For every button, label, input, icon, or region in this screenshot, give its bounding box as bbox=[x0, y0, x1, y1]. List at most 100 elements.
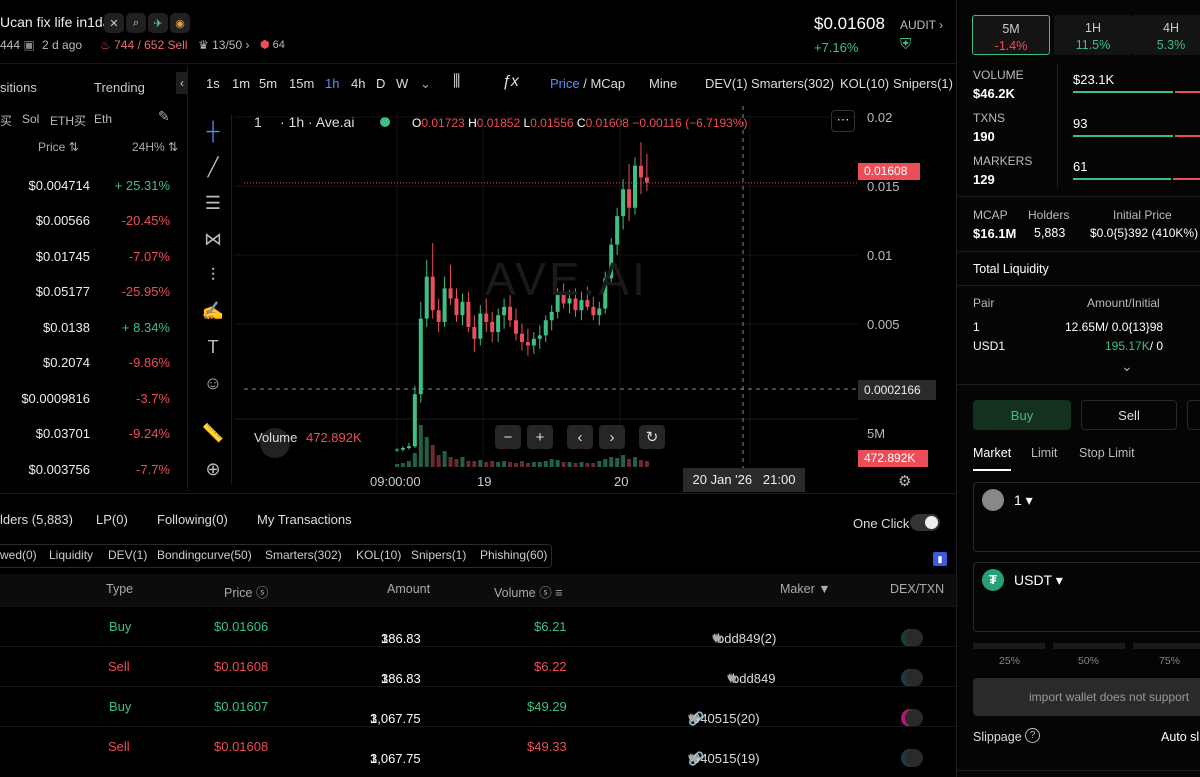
pct-bar-75[interactable] bbox=[1133, 643, 1200, 649]
token-list-row[interactable]: $0.004714 + 25.31% bbox=[0, 167, 188, 203]
y-tick: 0.005 bbox=[867, 317, 900, 332]
token-price: $0.0009816 bbox=[21, 390, 90, 406]
token-in-select[interactable]: 1 ▾ bbox=[1014, 492, 1033, 509]
usdt-icon: ₮ bbox=[982, 569, 1004, 591]
order-tab-market[interactable]: Market bbox=[973, 446, 1011, 460]
volume-bar bbox=[644, 461, 649, 467]
search-icon[interactable]: ⌕ bbox=[126, 13, 146, 33]
tx-price: $0.01606 bbox=[214, 619, 269, 634]
tab-trending[interactable]: Trending bbox=[94, 80, 145, 95]
slippage-auto[interactable]: Auto sli bbox=[1161, 730, 1200, 744]
pump-icon[interactable]: ◉ bbox=[170, 13, 190, 33]
subtab-1[interactable]: 买 bbox=[0, 112, 12, 129]
candle-body bbox=[508, 306, 513, 321]
help-icon[interactable]: ? bbox=[1025, 728, 1040, 743]
filter-reviewed[interactable]: wed(0) bbox=[0, 548, 37, 562]
candle-body bbox=[448, 288, 453, 299]
volume-bar bbox=[537, 462, 542, 467]
edit-icon[interactable]: ✎ bbox=[158, 108, 170, 125]
table-row[interactable]: Sell $0.01608 386.83 1 $6.22 *bdd849 ✎ ♥ ▼ bbox=[0, 646, 956, 687]
volume-bar bbox=[585, 463, 590, 467]
holders-value: 5,883 bbox=[1034, 226, 1066, 240]
import-wallet-button[interactable]: import wallet does not support bbox=[973, 678, 1200, 716]
candle-body bbox=[519, 333, 524, 343]
reset-button[interactable]: ↻ bbox=[639, 425, 665, 449]
volume-bar bbox=[514, 463, 518, 467]
volume-bar bbox=[478, 460, 483, 467]
sell-tab-button[interactable]: Sell bbox=[1081, 400, 1177, 430]
table-row[interactable]: Buy $0.01606 386.83 1 $6.21 *bdd849(2) ✎ ♥ ▼ bbox=[0, 606, 956, 647]
token-list-row[interactable]: $0.2074 -9.86% bbox=[0, 345, 188, 381]
volume-bar bbox=[406, 461, 411, 467]
pct-50[interactable]: 50% bbox=[1078, 655, 1099, 667]
token-list-row[interactable]: $0.05177 -25.95% bbox=[0, 274, 188, 310]
token-list-row[interactable]: $0.00566 -20.45% bbox=[0, 203, 188, 239]
settings-icon[interactable]: ⚙ bbox=[898, 472, 911, 490]
pct-25[interactable]: 25% bbox=[999, 655, 1020, 667]
pct-bar-25[interactable] bbox=[973, 643, 1045, 649]
sort-icon: ⇅ bbox=[68, 140, 79, 154]
col-price[interactable]: Price ⓢ bbox=[224, 582, 268, 601]
pct-75[interactable]: 75% bbox=[1159, 655, 1180, 667]
zoom-in-button[interactable]: + bbox=[527, 425, 553, 449]
token-list-row[interactable]: $0.0138 + 8.34% bbox=[0, 309, 188, 345]
order-tab-limit[interactable]: Limit bbox=[1031, 446, 1057, 460]
token-list-row[interactable]: $0.003756 -7.7% bbox=[0, 451, 188, 487]
subtab-eth[interactable]: Eth bbox=[94, 112, 112, 126]
receive-input-box[interactable] bbox=[973, 562, 1200, 632]
tx-volume: $49.29 bbox=[527, 699, 567, 714]
collapse-left-icon[interactable]: ‹ bbox=[176, 72, 188, 94]
tab-following[interactable]: Following(0) bbox=[157, 512, 228, 527]
table-row[interactable]: Sell $0.01608 3,067.75 1 $49.33 🔗 *940515(19… bbox=[0, 726, 956, 767]
timeframe-5m[interactable]: 5M -1.4% bbox=[972, 15, 1050, 55]
x-icon[interactable]: ✕ bbox=[104, 13, 124, 33]
token-list-row[interactable]: $0.0009816 -3.7% bbox=[0, 380, 188, 416]
scroll-left-button[interactable]: ‹ bbox=[567, 425, 593, 449]
token-out-select[interactable]: USDT ▾ bbox=[1014, 572, 1063, 589]
subtab-sol[interactable]: Sol bbox=[22, 112, 39, 126]
col-maker[interactable]: Maker ▼ bbox=[780, 582, 831, 596]
chart-stats-icon[interactable]: ▮ bbox=[933, 552, 947, 566]
volume-bar bbox=[627, 459, 632, 467]
timeframe-1h[interactable]: 1H 11.5% bbox=[1054, 15, 1132, 55]
filter-kol[interactable]: KOL(10) bbox=[356, 548, 401, 562]
tab-positions[interactable]: sitions bbox=[0, 80, 37, 95]
tab-my-transactions[interactable]: My Transactions bbox=[257, 512, 352, 527]
filter-liquidity[interactable]: Liquidity bbox=[49, 548, 93, 562]
extra-tab-button[interactable] bbox=[1187, 400, 1200, 430]
buy-tab-button[interactable]: Buy bbox=[973, 400, 1071, 430]
scroll-right-button[interactable]: › bbox=[599, 425, 625, 449]
audit-link[interactable]: AUDIT › bbox=[900, 18, 943, 32]
order-tab-stop-limit[interactable]: Stop Limit bbox=[1079, 446, 1135, 460]
amount-input-box[interactable] bbox=[973, 482, 1200, 552]
volume-bar bbox=[519, 461, 524, 467]
filter-bondingcurve[interactable]: Bondingcurve(50) bbox=[157, 548, 252, 562]
telegram-icon[interactable]: ✈ bbox=[148, 13, 168, 33]
token-list-row[interactable]: $0.01745 -7.07% bbox=[0, 238, 188, 274]
pct-bar-50[interactable] bbox=[1053, 643, 1125, 649]
initial-price-label: Initial Price bbox=[1113, 208, 1172, 222]
bank-icon: ⬢ bbox=[260, 39, 270, 51]
volume-bar bbox=[412, 453, 417, 467]
change-column-header[interactable]: 24H% ⇅ bbox=[132, 140, 178, 154]
tab-lp[interactable]: LP(0) bbox=[96, 512, 128, 527]
filter-smarters[interactable]: Smarters(302) bbox=[265, 548, 342, 562]
chevron-right-icon[interactable]: › bbox=[245, 38, 249, 52]
timeframe-4h[interactable]: 4H 5.3% bbox=[1132, 15, 1200, 55]
tab-holders[interactable]: lders (5,883) bbox=[0, 512, 73, 527]
filter-dev[interactable]: DEV(1) bbox=[108, 548, 147, 562]
zoom-out-button[interactable]: − bbox=[495, 425, 521, 449]
token-list-row[interactable]: $0.03701 -9.24% bbox=[0, 416, 188, 452]
expand-chevron-icon[interactable]: ⌄ bbox=[1121, 358, 1133, 375]
table-row[interactable]: Buy $0.01607 3,067.75 1 $49.29 🔗 *940515(20)… bbox=[0, 686, 956, 727]
filter-phishing[interactable]: Phishing(60) bbox=[480, 548, 547, 562]
filter-snipers[interactable]: Snipers(1) bbox=[411, 548, 466, 562]
one-click-toggle[interactable] bbox=[910, 514, 940, 531]
y-tick: 0.02 bbox=[867, 110, 893, 125]
price-column-header[interactable]: Price ⇅ bbox=[38, 140, 79, 154]
candle-body bbox=[591, 306, 596, 316]
copy-icon[interactable]: ▣ bbox=[23, 38, 34, 52]
col-volume[interactable]: Volume ⓢ ≡ bbox=[494, 582, 562, 601]
subtab-eth-buy[interactable]: ETH买 bbox=[50, 112, 86, 129]
makers-label: MARKERS bbox=[973, 154, 1033, 168]
